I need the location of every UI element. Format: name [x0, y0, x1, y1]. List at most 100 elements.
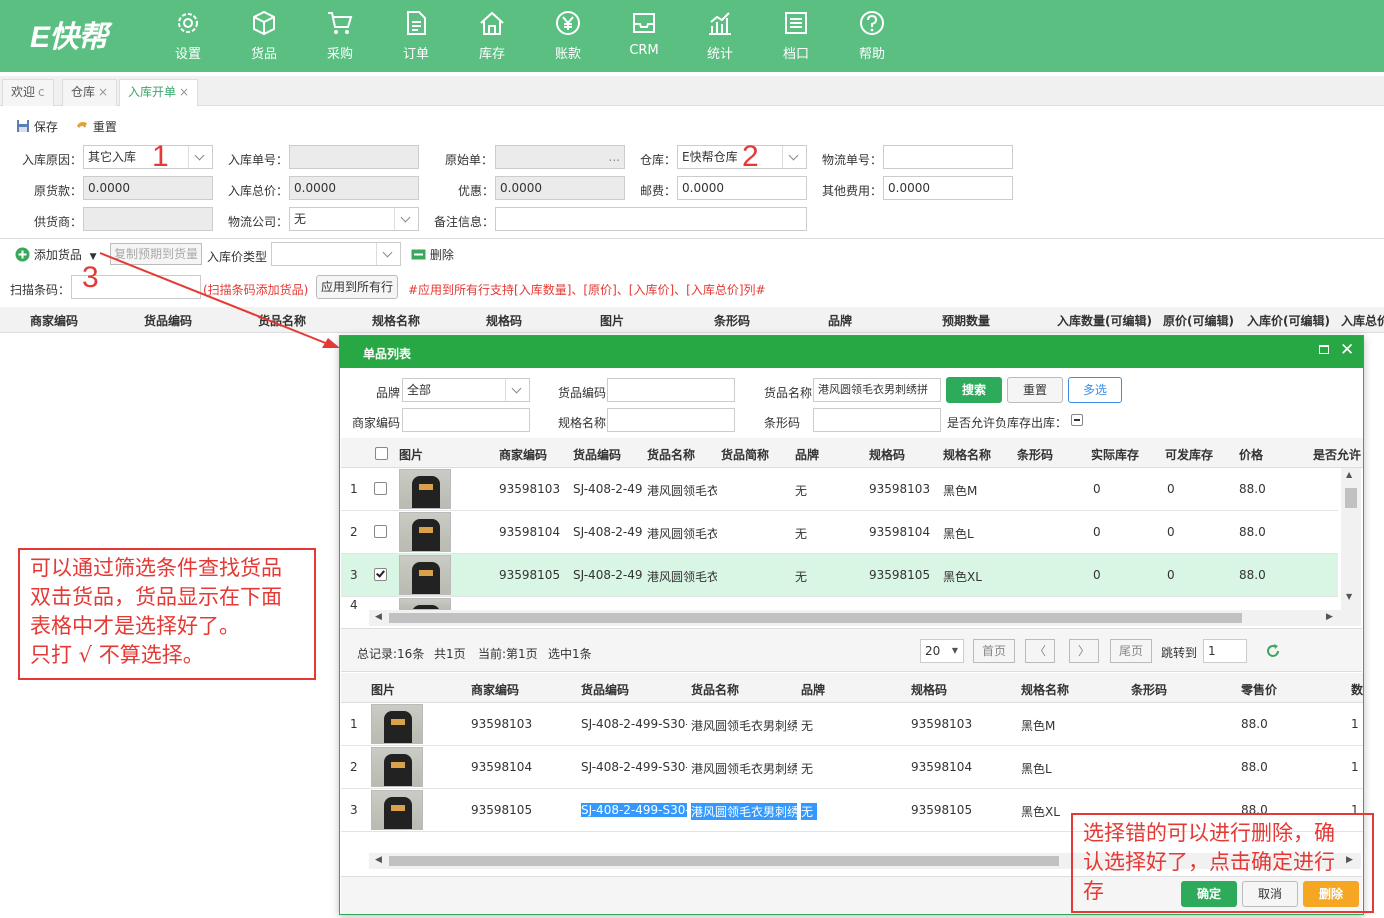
col-image[interactable]: 图片	[371, 681, 395, 698]
col-goods-code[interactable]: 货品编码	[144, 312, 192, 329]
maximize-icon[interactable]	[1319, 345, 1329, 354]
tab-welcome[interactable]: 欢迎 c	[2, 79, 54, 106]
nav-accounts[interactable]: 账款	[530, 0, 606, 72]
goods-row[interactable]: 2 93598104 SJ-408-2-499-S30-F 港风圆领毛衣男刺绣 …	[341, 511, 1338, 554]
col-merchant-code[interactable]: 商家编码	[499, 446, 547, 463]
goods-code-filter-input[interactable]	[607, 378, 735, 402]
col-image[interactable]: 图片	[600, 312, 624, 329]
scroll-thumb[interactable]	[389, 613, 1242, 623]
ellipsis-button[interactable]: ...	[609, 146, 620, 168]
nav-crm[interactable]: CRM	[606, 0, 682, 72]
scroll-right-arrow[interactable]: ▶	[1326, 612, 1333, 622]
scroll-left-arrow[interactable]: ◀	[375, 855, 382, 865]
col-actual-stock[interactable]: 实际库存	[1091, 446, 1139, 463]
tab-warehouse[interactable]: 仓库 ×	[62, 79, 118, 106]
postage-field[interactable]: 0.0000	[677, 176, 807, 200]
merchant-code-filter-input[interactable]	[402, 408, 530, 432]
last-page-button[interactable]: 尾页	[1110, 639, 1152, 663]
other-fee-field[interactable]: 0.0000	[883, 176, 1013, 200]
nav-settings[interactable]: 设置	[150, 0, 226, 72]
supplier-field[interactable]	[83, 207, 213, 231]
spec-name-filter-input[interactable]	[607, 408, 735, 432]
col-barcode[interactable]: 条形码	[714, 312, 750, 329]
tab-stock-in[interactable]: 入库开单 ×	[119, 79, 199, 106]
nav-stats[interactable]: 统计	[682, 0, 758, 72]
col-goods-name[interactable]: 货品名称	[647, 446, 695, 463]
scroll-thumb[interactable]	[389, 856, 1059, 866]
refresh-icon[interactable]	[1265, 643, 1281, 659]
goods-row-partial[interactable]: 4	[341, 598, 1338, 610]
logistics-company-select[interactable]: 无	[289, 207, 419, 231]
save-button[interactable]: 保存	[16, 118, 58, 136]
close-icon[interactable]: ×	[179, 85, 189, 99]
col-qty[interactable]: 数	[1351, 681, 1363, 698]
col-goods-name[interactable]: 货品名称	[691, 681, 739, 698]
nav-purchase[interactable]: 采购	[302, 0, 378, 72]
col-merchant-code[interactable]: 商家编码	[30, 312, 78, 329]
nav-stall[interactable]: 档口	[758, 0, 834, 72]
selected-row[interactable]: 1 93598103 SJ-408-2-499-S30-F 港风圆领毛衣男刺绣 …	[341, 703, 1363, 746]
refresh-icon[interactable]: c	[38, 85, 45, 99]
reset-button[interactable]: 重置	[75, 118, 117, 136]
nav-goods[interactable]: 货品	[226, 0, 302, 72]
next-page-button[interactable]: 〉	[1069, 639, 1099, 663]
col-goods-code[interactable]: 货品编码	[573, 446, 621, 463]
reason-select[interactable]: 其它入库	[83, 145, 213, 169]
multi-select-button[interactable]: 多选	[1068, 377, 1122, 403]
quantity[interactable]: 1	[1351, 717, 1359, 731]
col-original-price[interactable]: 原价(可编辑)	[1163, 312, 1234, 329]
col-stock-in-qty[interactable]: 入库数量(可编辑)	[1057, 312, 1152, 329]
goods-name-filter-input[interactable]: 港风圆领毛衣男刺绣拼	[813, 378, 941, 402]
col-spec-name[interactable]: 规格名称	[372, 312, 420, 329]
first-page-button[interactable]: 首页	[973, 639, 1015, 663]
col-stock-in-price[interactable]: 入库价(可编辑)	[1247, 312, 1330, 329]
col-expected-qty[interactable]: 预期数量	[942, 312, 990, 329]
col-spec-code[interactable]: 规格码	[869, 446, 905, 463]
col-brand[interactable]: 品牌	[828, 312, 852, 329]
select-all-checkbox[interactable]	[375, 447, 388, 460]
goods-row[interactable]: 1 93598103 SJ-408-2-499-S30-F 港风圆领毛衣男刺绣 …	[341, 468, 1338, 511]
col-goods-name[interactable]: 货品名称	[258, 312, 306, 329]
row-checkbox[interactable]	[374, 482, 387, 495]
brand-filter-select[interactable]: 全部	[402, 378, 530, 402]
col-spec-code[interactable]: 规格码	[911, 681, 947, 698]
horizontal-scrollbar[interactable]: ◀ ▶	[369, 610, 1361, 626]
nav-stock[interactable]: 库存	[454, 0, 530, 72]
col-price[interactable]: 价格	[1239, 446, 1263, 463]
col-goods-short[interactable]: 货品简称	[721, 446, 769, 463]
goods-row-selected[interactable]: 3 93598105 SJ-408-2-499-S30-F 港风圆领毛衣男刺绣 …	[341, 554, 1338, 597]
search-button[interactable]: 搜索	[946, 377, 1002, 403]
row-checkbox[interactable]	[374, 525, 387, 538]
apply-all-button[interactable]: 应用到所有行	[316, 275, 398, 299]
scroll-left-arrow[interactable]: ◀	[375, 612, 382, 622]
col-stock-in-total[interactable]: 入库总价	[1341, 312, 1384, 329]
selected-row[interactable]: 2 93598104 SJ-408-2-499-S30-F 港风圆领毛衣男刺绣 …	[341, 746, 1363, 789]
col-retail-price[interactable]: 零售价	[1241, 681, 1277, 698]
col-image[interactable]: 图片	[399, 446, 423, 463]
quantity[interactable]: 1	[1351, 760, 1359, 774]
scroll-up-arrow[interactable]: ▲	[1346, 470, 1352, 479]
price-type-select[interactable]	[271, 242, 401, 266]
col-spec-name[interactable]: 规格名称	[943, 446, 991, 463]
filter-reset-button[interactable]: 重置	[1007, 377, 1063, 403]
close-icon[interactable]: ✕	[1340, 340, 1354, 360]
col-brand[interactable]: 品牌	[801, 681, 825, 698]
copy-qty-button[interactable]: 复制预期到货量	[110, 243, 202, 265]
col-brand[interactable]: 品牌	[795, 446, 819, 463]
stock-in-no-field[interactable]	[289, 145, 419, 169]
remark-field[interactable]	[495, 207, 807, 231]
col-barcode[interactable]: 条形码	[1131, 681, 1167, 698]
barcode-filter-input[interactable]	[813, 408, 941, 432]
negative-stock-checkbox[interactable]	[1071, 414, 1083, 426]
col-spec-name[interactable]: 规格名称	[1021, 681, 1069, 698]
nav-orders[interactable]: 订单	[378, 0, 454, 72]
page-size-select[interactable]: 20 ▼	[920, 639, 964, 663]
total-field[interactable]: 0.0000	[289, 176, 419, 200]
logistics-no-field[interactable]	[883, 145, 1013, 169]
scroll-down-arrow[interactable]: ▼	[1346, 592, 1352, 601]
goods-amount-field[interactable]: 0.0000	[83, 176, 213, 200]
col-goods-code[interactable]: 货品编码	[581, 681, 629, 698]
col-merchant-code[interactable]: 商家编码	[471, 681, 519, 698]
scroll-thumb[interactable]	[1345, 488, 1357, 508]
jump-input[interactable]: 1	[1203, 639, 1247, 663]
